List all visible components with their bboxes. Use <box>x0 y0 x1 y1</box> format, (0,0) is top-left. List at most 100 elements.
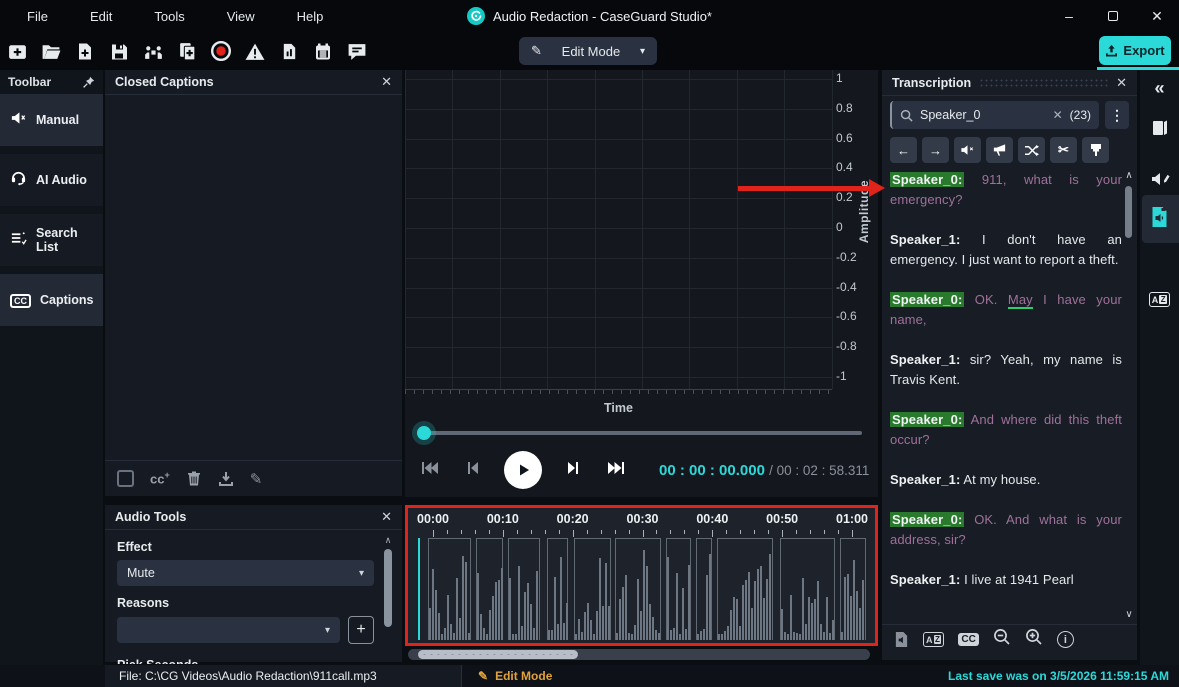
right-rail: « AZ <box>1140 70 1179 665</box>
last-save-text: Last save was on 3/5/2026 11:59:15 AM <box>948 669 1179 683</box>
maximize-button[interactable] <box>1091 0 1135 32</box>
mute-selection-button[interactable] <box>954 137 981 163</box>
tone-button[interactable] <box>986 137 1013 163</box>
sidebar-item-label: AI Audio <box>36 173 87 187</box>
close-icon[interactable]: ✕ <box>1116 75 1127 91</box>
trash-icon[interactable] <box>186 470 202 487</box>
menu-edit[interactable]: Edit <box>69 9 133 24</box>
menu-help[interactable]: Help <box>276 9 345 24</box>
audio-file-icon[interactable] <box>894 631 909 648</box>
search-input[interactable] <box>920 108 1010 122</box>
prev-frame-button[interactable] <box>464 458 480 483</box>
sidebar-item-search-list[interactable]: Search List <box>0 214 103 266</box>
menu-view[interactable]: View <box>206 9 276 24</box>
seek-thumb[interactable] <box>417 426 431 440</box>
sidebar-item-manual[interactable]: Manual <box>0 94 103 146</box>
transcript-entry[interactable]: Speaker_0: OK. And what is your address,… <box>890 510 1122 550</box>
audio-tools-scrollbar[interactable]: ∧ <box>382 535 394 656</box>
zoom-out-icon[interactable] <box>993 628 1011 651</box>
caseguard-logo-icon <box>467 7 485 25</box>
menu-tools[interactable]: Tools <box>133 9 205 24</box>
sidebar-item-captions[interactable]: CCCaptions <box>0 274 103 326</box>
upload-icon <box>1105 44 1118 57</box>
new-project-icon[interactable] <box>0 36 34 66</box>
transcript-entry[interactable]: Speaker_0: And where did this theft occu… <box>890 410 1122 450</box>
menu-file[interactable]: File <box>6 9 69 24</box>
close-icon[interactable]: ✕ <box>381 74 392 90</box>
edit-caption-icon[interactable]: ✎ <box>250 470 263 488</box>
transcript-entry[interactable]: Speaker_0: 911, what is your emergency? <box>890 170 1122 210</box>
search-menu-button[interactable]: ⋮ <box>1105 101 1129 129</box>
translate-rail-icon[interactable]: AZ <box>1140 292 1179 307</box>
pencil-icon: ✎ <box>531 43 542 59</box>
transcript-entry[interactable]: Speaker_0: OK. May I have your name, <box>890 290 1122 330</box>
add-caption-icon[interactable]: cc+ <box>150 470 170 486</box>
mode-dropdown[interactable]: ✎ Edit Mode ▾ <box>519 37 657 65</box>
info-icon[interactable]: i <box>1057 631 1074 648</box>
next-match-button[interactable]: → <box>922 137 949 163</box>
save-icon[interactable] <box>102 36 136 66</box>
waveform-scroll-thumb[interactable] <box>418 650 578 659</box>
next-frame-button[interactable] <box>566 458 582 483</box>
zoom-in-icon[interactable] <box>1025 628 1043 651</box>
report-icon[interactable] <box>272 36 306 66</box>
cc-toggle-icon[interactable]: CC <box>958 633 978 646</box>
paste-icon[interactable] <box>170 36 204 66</box>
search-input-box[interactable]: ✕ (23) <box>890 101 1099 129</box>
export-button[interactable]: Export <box>1099 36 1171 65</box>
panels-icon[interactable] <box>1140 118 1179 138</box>
warning-icon[interactable] <box>238 36 272 66</box>
toolbar-sidebar: Toolbar ManualAI AudioSearch ListCCCapti… <box>0 70 103 665</box>
transcript-list[interactable]: Speaker_0: 911, what is your emergency? S… <box>890 170 1122 620</box>
transcript-scrollbar[interactable]: ∧ ∨ <box>1123 170 1135 620</box>
minimize-button[interactable]: – <box>1047 0 1091 32</box>
transcript-entry[interactable]: Speaker_1: I don't have an emergency. I … <box>890 230 1122 270</box>
waveform-timeline[interactable]: 00:0000:1000:2000:3000:4000:5001:00 <box>405 505 878 646</box>
close-button[interactable]: ✕ <box>1135 0 1179 32</box>
shuffle-button[interactable] <box>1018 137 1045 163</box>
add-reason-button[interactable]: + <box>348 616 374 644</box>
collapse-panel-button[interactable]: « <box>1140 78 1179 99</box>
effect-label: Effect <box>117 540 402 554</box>
waveform-time-label: 00:20 <box>557 512 589 526</box>
download-icon[interactable] <box>218 471 234 487</box>
transcription-tool-icon[interactable] <box>1140 206 1179 228</box>
close-icon[interactable]: ✕ <box>381 509 392 525</box>
scroll-down-icon[interactable]: ∨ <box>1123 609 1135 620</box>
pencil-icon: ✎ <box>478 669 488 683</box>
waveform-scrollbar[interactable] <box>408 649 870 660</box>
reasons-select[interactable]: ▾ <box>117 617 340 643</box>
sidebar-item-ai-audio[interactable]: AI Audio <box>0 154 103 206</box>
record-icon[interactable] <box>204 36 238 66</box>
calendar-icon[interactable] <box>306 36 340 66</box>
amplitude-plot[interactable] <box>405 70 832 390</box>
pin-icon[interactable] <box>82 76 95 89</box>
transcription-toolbar: ← → ✂ <box>890 137 1109 163</box>
new-file-icon[interactable] <box>68 36 102 66</box>
toolbar: ✎ Edit Mode ▾ Export <box>0 32 1179 70</box>
team-icon[interactable] <box>136 36 170 66</box>
prev-match-button[interactable]: ← <box>890 137 917 163</box>
cut-button[interactable]: ✂ <box>1050 137 1077 163</box>
transcript-entry[interactable]: Speaker_1: sir? Yeah, my name is Travis … <box>890 350 1122 390</box>
open-folder-icon[interactable] <box>34 36 68 66</box>
effect-value: Mute <box>127 566 155 580</box>
highlight-button[interactable] <box>1082 137 1109 163</box>
transcription-title: Transcription <box>892 76 971 90</box>
effect-select[interactable]: Mute ▾ <box>117 560 374 586</box>
skip-end-button[interactable] <box>606 458 627 483</box>
translate-icon[interactable]: AZ <box>923 632 944 647</box>
transcript-entry[interactable]: Speaker_1: At my house. <box>890 470 1122 490</box>
seek-slider[interactable] <box>418 431 862 435</box>
scroll-up-icon[interactable]: ∧ <box>382 535 394 546</box>
clear-search-icon[interactable]: ✕ <box>1053 108 1063 122</box>
skip-start-button[interactable] <box>419 458 440 483</box>
audio-edit-icon[interactable] <box>1140 170 1179 188</box>
play-button[interactable] <box>504 451 542 489</box>
select-all-checkbox[interactable] <box>117 470 134 487</box>
scroll-up-icon[interactable]: ∧ <box>1123 170 1135 181</box>
drag-handle[interactable] <box>979 78 1108 88</box>
speaker-icon <box>10 110 27 131</box>
comment-icon[interactable] <box>340 36 374 66</box>
transcript-entry[interactable]: Speaker_1: I live at 1941 Pearl <box>890 570 1122 590</box>
